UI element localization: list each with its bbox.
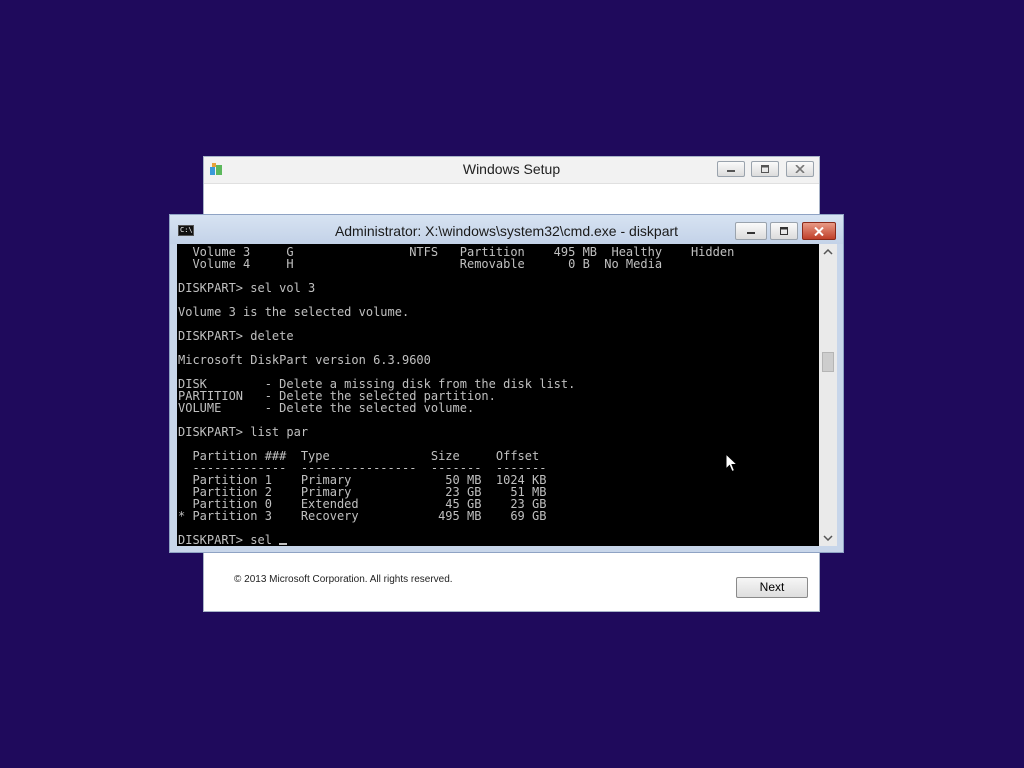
console-line: Volume 3 is the selected volume. <box>178 305 410 319</box>
minimize-icon <box>747 232 755 234</box>
cmd-close-button[interactable] <box>802 222 836 240</box>
console-output[interactable]: Volume 3 G NTFS Partition 495 MB Healthy… <box>177 244 819 546</box>
console-scrollbar[interactable] <box>819 244 837 546</box>
console-line: DISKPART> sel vol 3 <box>178 281 316 295</box>
console-line: Volume 4 H Removable 0 B No Media <box>178 257 663 271</box>
minimize-icon <box>727 170 735 172</box>
console-line: DISKPART> delete <box>178 329 294 343</box>
copyright-notice: © 2013 Microsoft Corporation. All rights… <box>234 574 453 585</box>
mouse-pointer-icon <box>725 453 739 473</box>
console-line: DISKPART> list par <box>178 425 309 439</box>
console-prompt-line: DISKPART> sel <box>178 533 280 546</box>
console-line: Microsoft DiskPart version 6.3.9600 <box>178 353 431 367</box>
console-text: Volume 3 G NTFS Partition 495 MB Healthy… <box>177 244 819 546</box>
next-button[interactable]: Next <box>736 577 808 598</box>
setup-minimize-button[interactable] <box>717 161 745 177</box>
scroll-up-button[interactable] <box>819 244 837 260</box>
close-icon <box>795 165 805 173</box>
close-icon <box>814 226 824 236</box>
cmd-maximize-button[interactable] <box>770 222 798 240</box>
chevron-down-icon <box>823 535 833 541</box>
console-line: * Partition 3 Recovery 495 MB 69 GB <box>178 509 547 523</box>
setup-title-bar[interactable]: Windows Setup <box>204 157 819 184</box>
cmd-window: C:\ Administrator: X:\windows\system32\c… <box>169 214 844 553</box>
text-cursor <box>279 543 288 545</box>
scroll-down-button[interactable] <box>819 530 837 546</box>
chevron-up-icon <box>823 249 833 255</box>
setup-maximize-button[interactable] <box>751 161 779 177</box>
scroll-thumb[interactable] <box>822 352 834 372</box>
maximize-icon <box>761 165 769 173</box>
maximize-icon <box>780 226 788 235</box>
cmd-minimize-button[interactable] <box>735 222 767 240</box>
console-line: VOLUME - Delete the selected volume. <box>178 401 475 415</box>
cmd-title-bar[interactable]: C:\ Administrator: X:\windows\system32\c… <box>170 215 843 244</box>
setup-close-button[interactable] <box>786 161 814 177</box>
